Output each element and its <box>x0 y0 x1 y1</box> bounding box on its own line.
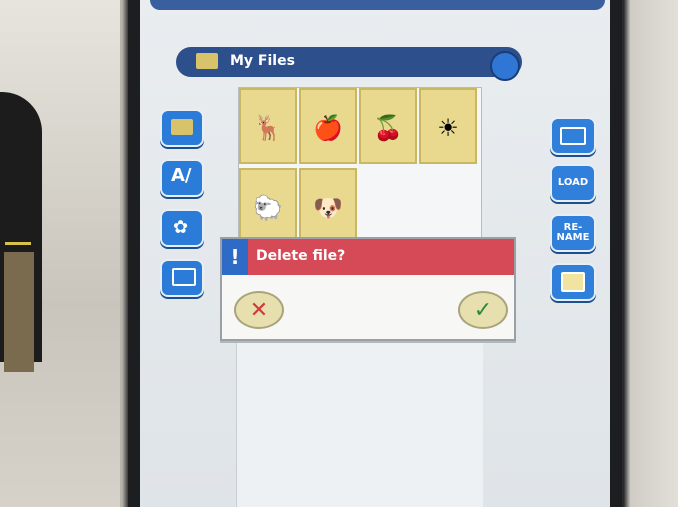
save-icon <box>561 272 585 292</box>
folder-icon <box>171 119 193 135</box>
rename-button-label: RE- NAME <box>556 222 590 243</box>
files-title-bar: My Files <box>176 47 522 81</box>
confirm-delete-button[interactable]: ✓ <box>458 291 508 329</box>
file-grid: 🦌 🍎 🍒 ☀ 🐑 🐶 <box>238 87 482 244</box>
load-button-label: LOAD <box>557 177 589 188</box>
top-menu-bar <box>150 0 605 10</box>
right-tool-save-button[interactable] <box>550 263 596 301</box>
load-button[interactable]: LOAD <box>550 164 596 202</box>
check-icon: ✓ <box>473 297 493 323</box>
left-tool-folder-button[interactable] <box>160 109 204 147</box>
file-tile-lamb[interactable]: 🐑 <box>239 168 297 244</box>
delete-file-dialog: ! Delete file? ✕ ✓ <box>220 237 516 341</box>
file-tile-deer[interactable]: 🦌 <box>239 88 297 164</box>
folder-icon <box>560 127 586 145</box>
left-tool-text-button[interactable]: A/ <box>160 159 204 197</box>
files-title: My Files <box>230 53 295 69</box>
file-tile-sun[interactable]: ☀ <box>419 88 477 164</box>
folder-icon <box>196 53 218 69</box>
cancel-delete-button[interactable]: ✕ <box>234 291 284 329</box>
file-tile-apple[interactable]: 🍎 <box>299 88 357 164</box>
dialog-message: Delete file? <box>256 248 346 264</box>
flower-icon: ✿ <box>173 217 189 238</box>
lower-empty-pane <box>236 336 483 507</box>
dialog-header: ! Delete file? <box>222 239 514 275</box>
file-tile-puppy[interactable]: 🐶 <box>299 168 357 244</box>
apple-icon: 🍎 <box>313 114 343 142</box>
transfer-icon <box>172 268 196 286</box>
left-tool-transfer-button[interactable] <box>160 259 204 297</box>
file-tile-cherry[interactable]: 🍒 <box>359 88 417 164</box>
x-icon: ✕ <box>249 297 269 323</box>
cherry-icon: 🍒 <box>373 114 403 142</box>
device-screen: My Files A/ ✿ 🦌 🍎 🍒 ☀ 🐑 🐶 LOAD RE- NAME … <box>140 0 610 507</box>
warning-badge: ! <box>222 239 248 275</box>
brown-object <box>4 252 34 372</box>
left-tool-flower-button[interactable]: ✿ <box>160 209 204 247</box>
deer-icon: 🦌 <box>253 114 283 142</box>
lamb-icon: 🐑 <box>253 194 283 222</box>
puppy-icon: 🐶 <box>313 194 343 222</box>
left-dark-opening <box>0 92 42 372</box>
camera-photo-background: My Files A/ ✿ 🦌 🍎 🍒 ☀ 🐑 🐶 LOAD RE- NAME … <box>0 0 678 507</box>
title-bar-knob <box>490 51 520 81</box>
right-tool-folder-button[interactable] <box>550 117 596 155</box>
text-icon: A/ <box>171 165 192 186</box>
rename-button[interactable]: RE- NAME <box>550 214 596 252</box>
sun-icon: ☀ <box>437 114 459 142</box>
